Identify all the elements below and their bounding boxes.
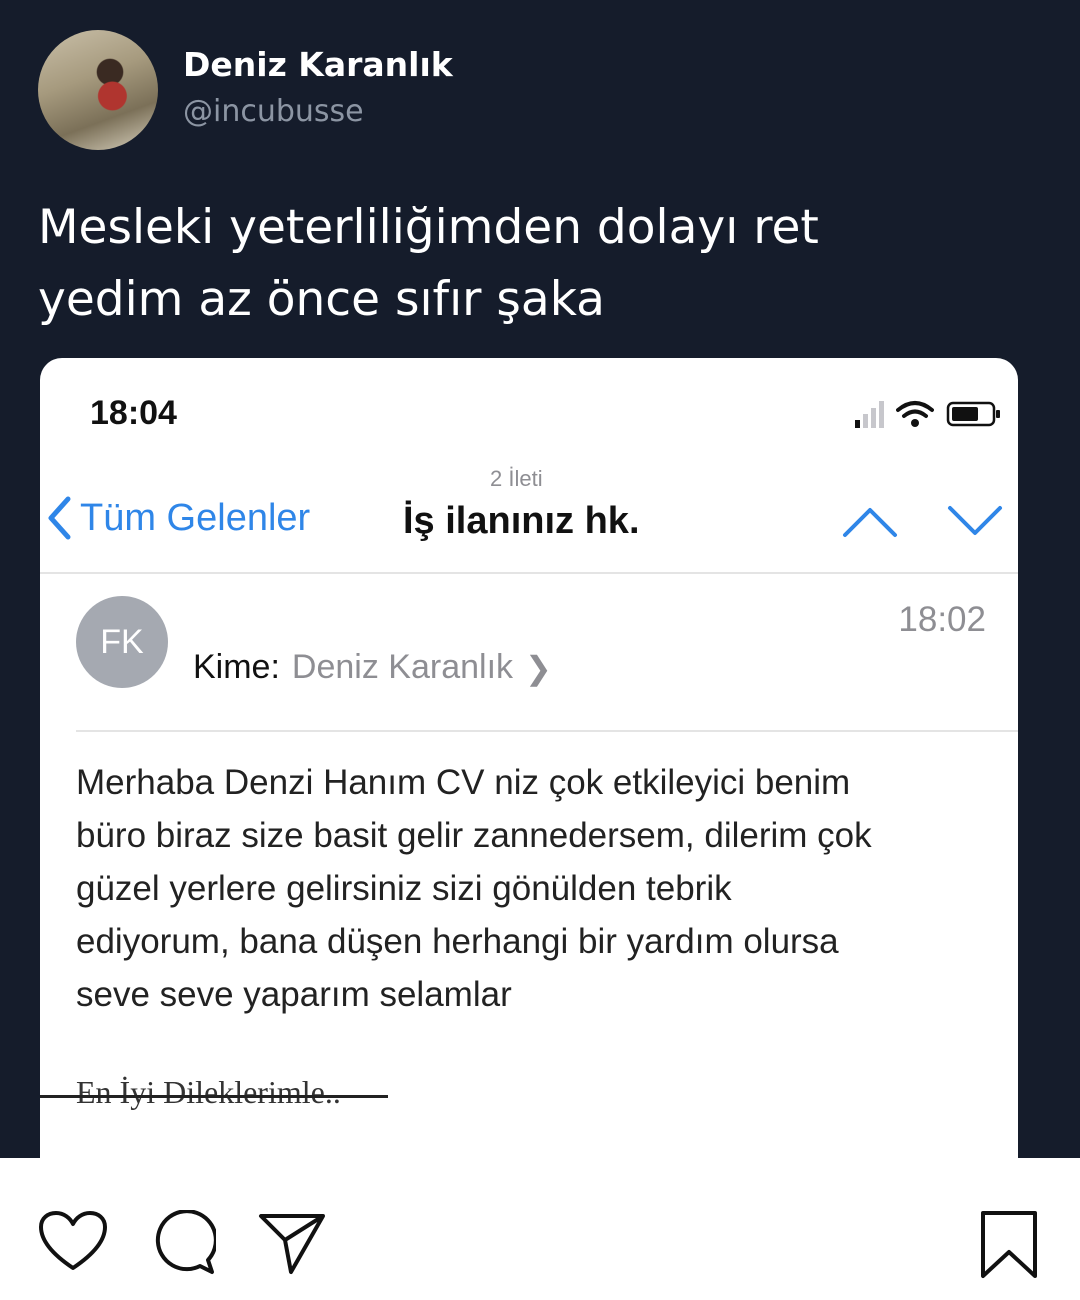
mail-body-line: güzel yerlere gelirsiniz sizi gönülden t…	[76, 869, 732, 908]
back-button-label: Tüm Gelenler	[80, 496, 311, 539]
author-avatar[interactable]	[38, 30, 158, 150]
strike-line	[40, 1095, 388, 1098]
thread-count: 2 İleti	[490, 466, 543, 491]
author-name[interactable]: Deniz Karanlık	[183, 45, 453, 84]
back-button[interactable]: Tüm Gelenler	[46, 496, 310, 540]
tweet-screenshot: Deniz Karanlık @incubusse Mesleki yeterl…	[0, 0, 1080, 1158]
share-icon[interactable]	[258, 1210, 326, 1276]
tweet-text-line: yedim az önce sıfır şaka	[38, 272, 605, 327]
comment-icon[interactable]	[150, 1210, 216, 1276]
status-bar-icons	[855, 398, 1002, 428]
chevron-right-icon: ❯	[525, 649, 552, 686]
wifi-icon	[896, 401, 934, 427]
previous-message-button[interactable]	[840, 500, 900, 540]
tweet-text: Mesleki yeterliliğimden dolayı ret yedim…	[38, 192, 1038, 336]
mail-time: 18:02	[898, 600, 986, 639]
mail-screenshot: 18:04 2 İleti Tüm Gelenler İş ilanınız h…	[40, 358, 1018, 1158]
mail-body-line: büro biraz size basit gelir zannedersem,…	[76, 816, 872, 855]
mail-signature: En İyi Dileklerimle..	[76, 1074, 341, 1110]
heart-icon[interactable]	[38, 1210, 108, 1274]
to-label: Kime:	[193, 648, 280, 686]
cellular-signal-icon	[855, 400, 884, 428]
recipient-name[interactable]: Deniz Karanlık	[292, 648, 513, 687]
tweet-text-line: Mesleki yeterliliğimden dolayı ret	[38, 200, 819, 255]
next-message-button[interactable]	[945, 500, 1005, 540]
mail-body: Merhaba Denzi Hanım CV niz çok etkileyic…	[76, 756, 1006, 1021]
recipient-row[interactable]: Kime: Deniz Karanlık ❯	[193, 648, 552, 687]
chevron-left-icon	[48, 496, 71, 540]
status-bar-time: 18:04	[90, 394, 177, 432]
mail-subject: İş ilanınız hk.	[403, 500, 640, 542]
mail-body-line: seve seve yaparım selamlar	[76, 975, 512, 1014]
mail-body-line: Merhaba Denzi Hanım CV niz çok etkileyic…	[76, 763, 851, 802]
sender-avatar[interactable]: FK	[76, 596, 168, 688]
mail-nav-bar: 2 İleti Tüm Gelenler İş ilanınız hk.	[40, 458, 1018, 574]
battery-icon	[946, 401, 1000, 427]
divider	[76, 730, 1018, 732]
mail-body-line: ediyorum, bana düşen herhangi bir yardım…	[76, 922, 839, 961]
author-handle[interactable]: @incubusse	[183, 94, 364, 129]
post-action-bar	[0, 1158, 1080, 1300]
bookmark-icon[interactable]	[980, 1210, 1038, 1280]
